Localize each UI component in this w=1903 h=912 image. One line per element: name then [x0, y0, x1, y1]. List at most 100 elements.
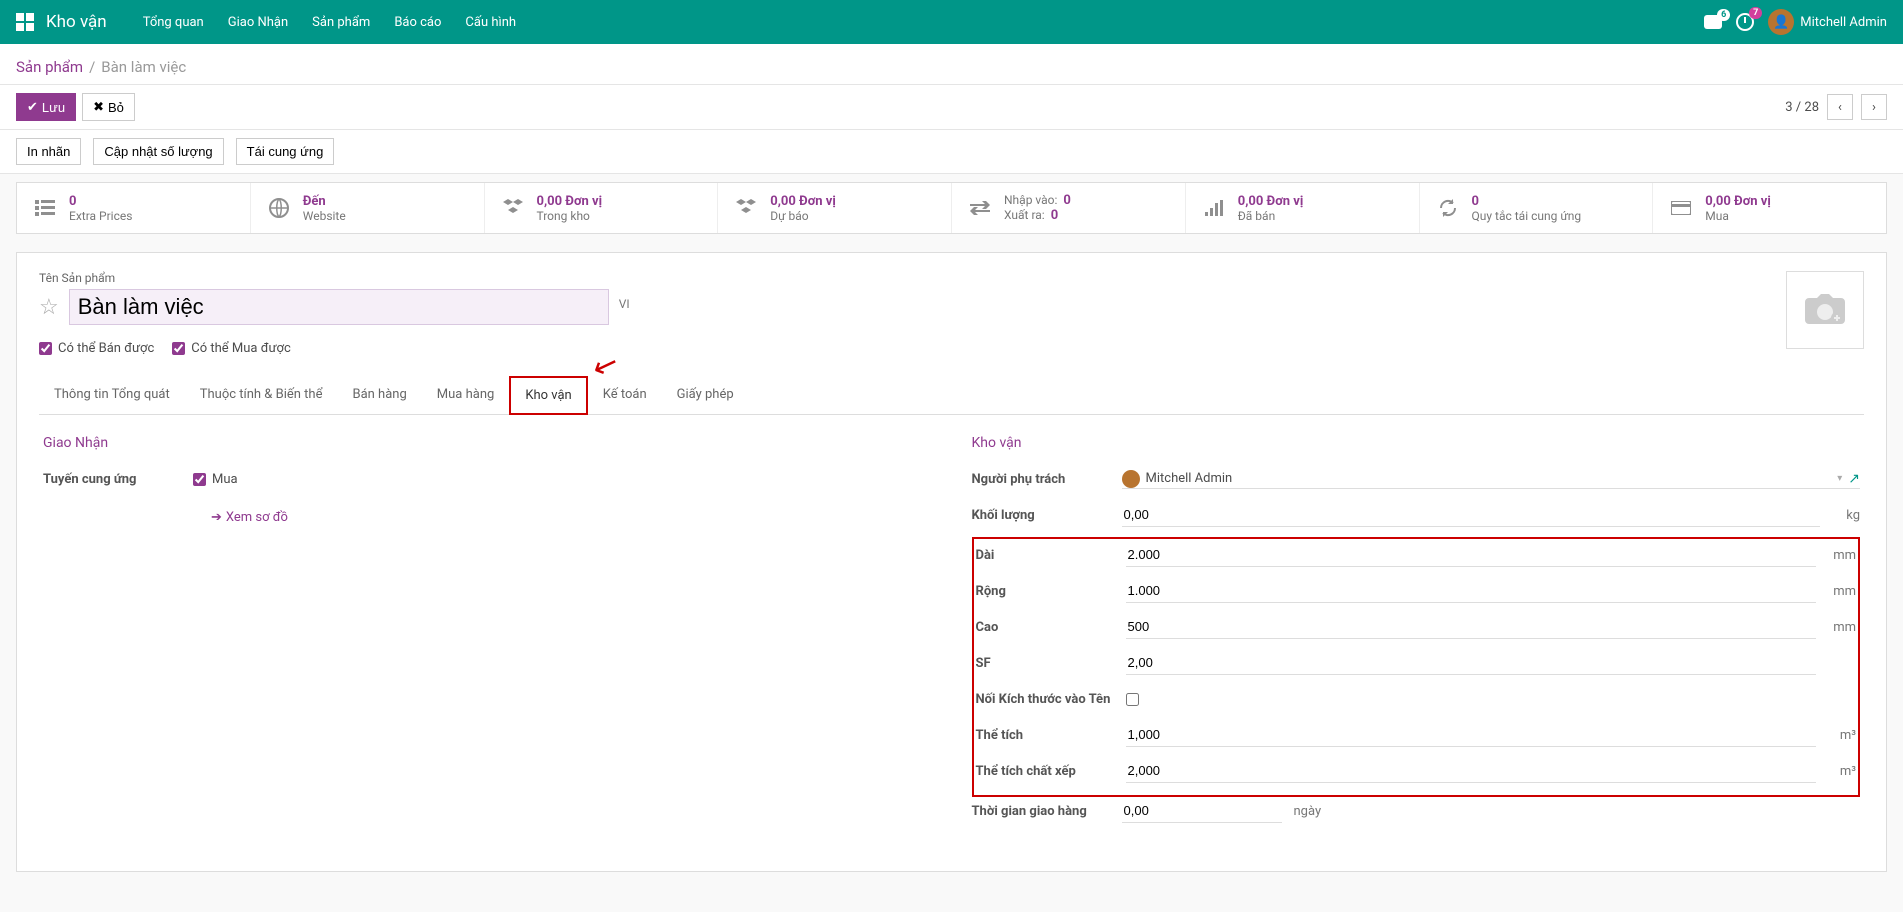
route-label: Tuyến cung ứng [43, 472, 193, 487]
height-input[interactable] [1126, 615, 1817, 639]
length-label: Dài [976, 548, 1126, 563]
update-qty-button[interactable]: Cập nhật số lượng [93, 138, 223, 165]
avatar-icon [1122, 470, 1140, 488]
subaction-bar: In nhãn Cập nhật số lượng Tái cung ứng [0, 130, 1903, 174]
tab-inventory[interactable]: Kho vận [509, 376, 587, 415]
length-input[interactable] [1126, 543, 1817, 567]
pager-prev[interactable]: ‹ [1827, 94, 1853, 120]
breadcrumb-sep: / [89, 58, 95, 76]
activity-icon[interactable]: 7 [1736, 13, 1754, 31]
height-label: Cao [976, 620, 1126, 635]
width-label: Rộng [976, 584, 1126, 599]
external-link-icon[interactable]: ↗ [1848, 471, 1860, 487]
save-button[interactable]: ✔ Lưu [16, 93, 76, 121]
chevron-down-icon[interactable]: ▾ [1837, 473, 1842, 484]
width-unit: mm [1816, 584, 1856, 599]
messaging-icon[interactable]: 6 [1704, 15, 1722, 29]
product-form: Tên Sản phẩm ☆ VI Có thể Bán được Có thể… [16, 252, 1887, 872]
replenish-button[interactable]: Tái cung ứng [236, 138, 335, 165]
avatar: 👤 [1768, 9, 1794, 35]
refresh-icon [1434, 199, 1462, 217]
activity-badge: 7 [1749, 7, 1762, 19]
weight-unit: kg [1820, 508, 1860, 523]
app-brand[interactable]: Kho vận [46, 12, 107, 32]
left-column: Giao Nhận Tuyến cung ứng Mua ➔ Xem sơ đồ [43, 435, 932, 833]
route-buy-checkbox[interactable]: Mua [193, 472, 238, 487]
length-unit: mm [1816, 548, 1856, 563]
view-diagram-link[interactable]: ➔ Xem sơ đồ [211, 510, 288, 525]
stat-reorder-rules[interactable]: 0Quy tắc tái cung ứng [1420, 183, 1654, 233]
can-sell-checkbox[interactable]: Có thể Bán được [39, 341, 154, 356]
pager-text: 3 / 28 [1785, 100, 1819, 115]
language-tag[interactable]: VI [619, 297, 630, 311]
section-inventory: Kho vận [972, 435, 1861, 451]
apps-icon[interactable] [16, 13, 34, 31]
card-icon [1667, 201, 1695, 215]
pager-next[interactable]: › [1861, 94, 1887, 120]
sf-label: SF [976, 656, 1126, 671]
menu-products[interactable]: Sản phẩm [312, 15, 370, 30]
lead-input[interactable] [1122, 799, 1282, 823]
stat-website[interactable]: ĐếnWebsite [251, 183, 485, 233]
volume-input[interactable] [1126, 723, 1817, 747]
product-image-placeholder[interactable] [1786, 271, 1864, 349]
tab-sales[interactable]: Bán hàng [337, 376, 421, 415]
width-input[interactable] [1126, 579, 1817, 603]
arrow-right-icon: ➔ [211, 510, 222, 525]
tabs: Thông tin Tổng quát Thuộc tính & Biến th… [39, 376, 1864, 415]
stat-forecast[interactable]: 0,00 Đơn vịDự báo [718, 183, 952, 233]
can-buy-checkbox[interactable]: Có thể Mua được [172, 341, 291, 356]
volume-unit: m³ [1816, 728, 1856, 743]
favorite-star-icon[interactable]: ☆ [39, 295, 59, 320]
weight-label: Khối lượng [972, 508, 1122, 523]
top-nav: Kho vận Tổng quan Giao Nhận Sản phẩm Báo… [0, 0, 1903, 44]
tab-variants[interactable]: Thuộc tính & Biến thể [185, 376, 338, 415]
stow-label: Thể tích chất xếp [976, 764, 1126, 779]
print-label-button[interactable]: In nhãn [16, 138, 81, 165]
lead-unit: ngày [1294, 804, 1322, 819]
tab-general[interactable]: Thông tin Tổng quát [39, 376, 185, 415]
append-dim-checkbox[interactable] [1126, 693, 1139, 706]
menu-overview[interactable]: Tổng quan [143, 15, 204, 30]
tab-license[interactable]: Giấy phép [662, 376, 749, 415]
user-name: Mitchell Admin [1800, 15, 1887, 30]
menu-reports[interactable]: Báo cáo [394, 15, 441, 30]
stat-extra-prices[interactable]: 0Extra Prices [17, 183, 251, 233]
stow-input[interactable] [1126, 759, 1817, 783]
stat-onhand[interactable]: 0,00 Đơn vịTrong kho [485, 183, 719, 233]
weight-input[interactable] [1122, 503, 1821, 527]
lead-label: Thời gian giao hàng [972, 804, 1122, 819]
cubes-icon [732, 199, 760, 217]
tab-accounting[interactable]: Kế toán [588, 376, 662, 415]
responsible-label: Người phụ trách [972, 472, 1122, 487]
product-name-input[interactable] [69, 289, 609, 325]
stat-inout[interactable]: Nhập vào: 0 Xuất ra: 0 [952, 183, 1186, 233]
action-bar: ✔ Lưu ✖ Bỏ 3 / 28 ‹ › [0, 85, 1903, 130]
annotation-box: Dài mm Rộng mm Cao mm SF [972, 537, 1861, 797]
sf-input[interactable] [1126, 651, 1817, 675]
exchange-icon [966, 201, 994, 215]
discard-button[interactable]: ✖ Bỏ [82, 93, 135, 121]
globe-icon [265, 198, 293, 218]
cubes-icon [499, 199, 527, 217]
product-name-label: Tên Sản phẩm [39, 271, 1786, 285]
chart-icon [1200, 200, 1228, 216]
stow-unit: m³ [1816, 764, 1856, 779]
breadcrumb-parent[interactable]: Sản phẩm [16, 58, 83, 76]
stat-purchased[interactable]: 0,00 Đơn vịMua [1653, 183, 1886, 233]
chat-badge: 6 [1717, 9, 1730, 21]
right-column: Kho vận Người phụ trách Mitchell Admin ▾… [972, 435, 1861, 833]
append-dim-label: Nối Kích thước vào Tên [976, 692, 1126, 707]
breadcrumb-current: Bàn làm việc [101, 58, 186, 76]
stat-buttons: 0Extra Prices ĐếnWebsite 0,00 Đơn vịTron… [16, 182, 1887, 234]
volume-label: Thể tích [976, 728, 1126, 743]
tab-purchase[interactable]: Mua hàng [422, 376, 510, 415]
stat-sold[interactable]: 0,00 Đơn vịĐã bán [1186, 183, 1420, 233]
menu-config[interactable]: Cấu hình [465, 15, 516, 30]
breadcrumb: Sản phẩm / Bàn làm việc [0, 44, 1903, 85]
section-receipts: Giao Nhận [43, 435, 932, 451]
responsible-field[interactable]: Mitchell Admin [1122, 470, 1233, 488]
menu-transfer[interactable]: Giao Nhận [228, 15, 288, 30]
user-menu[interactable]: 👤 Mitchell Admin [1768, 9, 1887, 35]
height-unit: mm [1816, 620, 1856, 635]
